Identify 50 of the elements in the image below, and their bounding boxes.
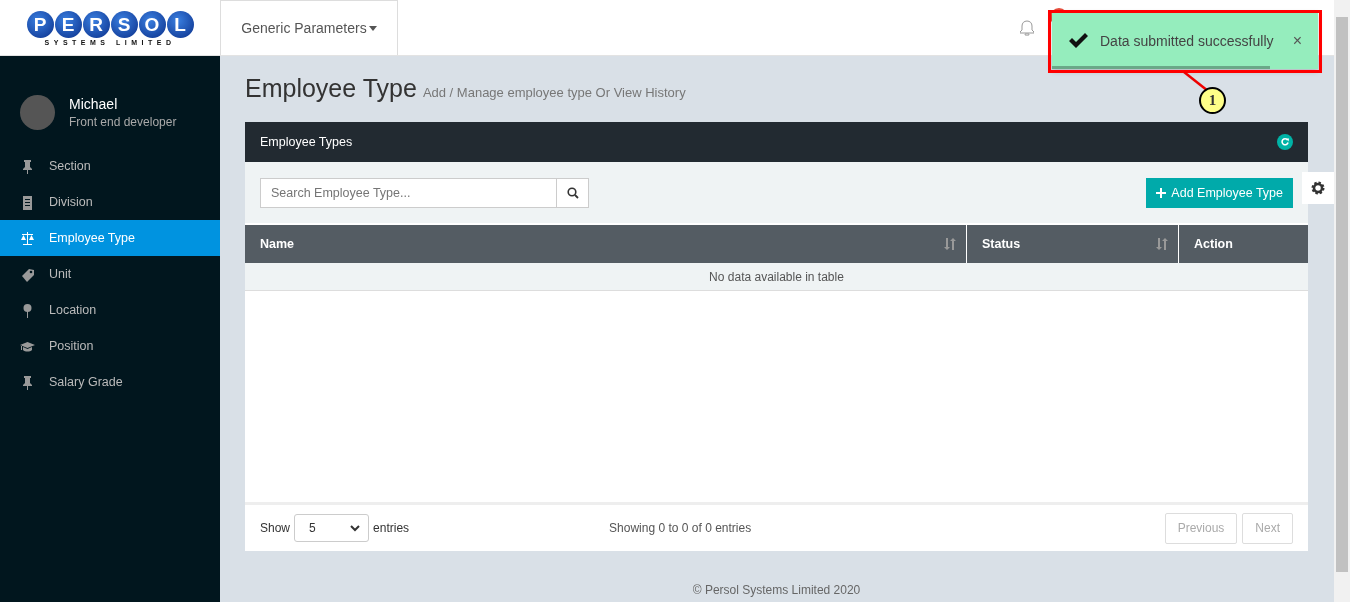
page-size-select[interactable]: 5 xyxy=(294,514,370,542)
copyright-text: © Persol Systems Limited 2020 xyxy=(691,583,862,597)
logo-letter: R xyxy=(82,11,110,38)
logo-letter: P xyxy=(26,11,54,38)
leader-line xyxy=(1183,72,1209,92)
search-field[interactable]: Search Employee Type... xyxy=(260,177,557,208)
sidebar-item[interactable]: Section xyxy=(0,148,220,184)
column-label: Status xyxy=(982,237,1021,251)
search-icon xyxy=(566,186,579,199)
scrollbar-thumb[interactable] xyxy=(1336,17,1348,572)
empty-table-message: No data available in table xyxy=(245,263,1308,291)
tag-icon xyxy=(20,266,35,282)
close-button[interactable]: × xyxy=(1292,31,1302,50)
page-subtitle: Add / Manage employee type Or View History xyxy=(422,85,686,100)
sidebar-item[interactable]: Location xyxy=(0,292,220,328)
sidebar-item[interactable]: Unit xyxy=(0,256,220,292)
toast-message: Data submitted successfully xyxy=(1100,32,1274,49)
sidebar-item[interactable]: Salary Grade xyxy=(0,364,220,400)
bell-icon xyxy=(1020,19,1034,36)
settings-icon xyxy=(1310,180,1326,196)
show-label: Show xyxy=(260,521,291,535)
user-role: Front end developer xyxy=(69,114,177,129)
sidebar-item[interactable]: Division xyxy=(0,184,220,220)
logo-letter: E xyxy=(54,11,82,38)
sidebar-item[interactable]: Position xyxy=(0,328,220,364)
chevron-down-icon xyxy=(350,524,361,532)
logo-letter: L xyxy=(166,11,194,38)
column-label: Name xyxy=(260,237,295,251)
callout-number: 1 xyxy=(1199,87,1226,114)
document-icon xyxy=(20,194,35,210)
column-label: Action xyxy=(1194,237,1233,251)
search-button[interactable] xyxy=(557,177,589,208)
generic-parameters-menu[interactable]: Generic Parameters xyxy=(220,0,398,55)
plus-icon xyxy=(1156,187,1167,198)
caret-icon xyxy=(368,25,377,31)
logo-letter: S xyxy=(110,11,138,38)
table-info: Showing 0 to 0 of 0 entries xyxy=(609,521,752,535)
panel-title: Employee Types xyxy=(260,135,353,149)
user-name: Michael xyxy=(69,95,119,112)
entries-label: entries xyxy=(373,521,410,535)
logo-letter: O xyxy=(138,11,166,38)
pin-icon xyxy=(20,158,35,174)
settings-button[interactable] xyxy=(1302,172,1334,204)
avatar xyxy=(20,94,55,130)
refresh-icon xyxy=(1277,134,1293,150)
column-header[interactable]: Action xyxy=(1179,225,1307,263)
check-icon xyxy=(1068,32,1088,49)
pin-icon xyxy=(20,374,35,390)
scale-icon xyxy=(20,230,35,246)
page-title: Employee Type xyxy=(245,74,417,103)
